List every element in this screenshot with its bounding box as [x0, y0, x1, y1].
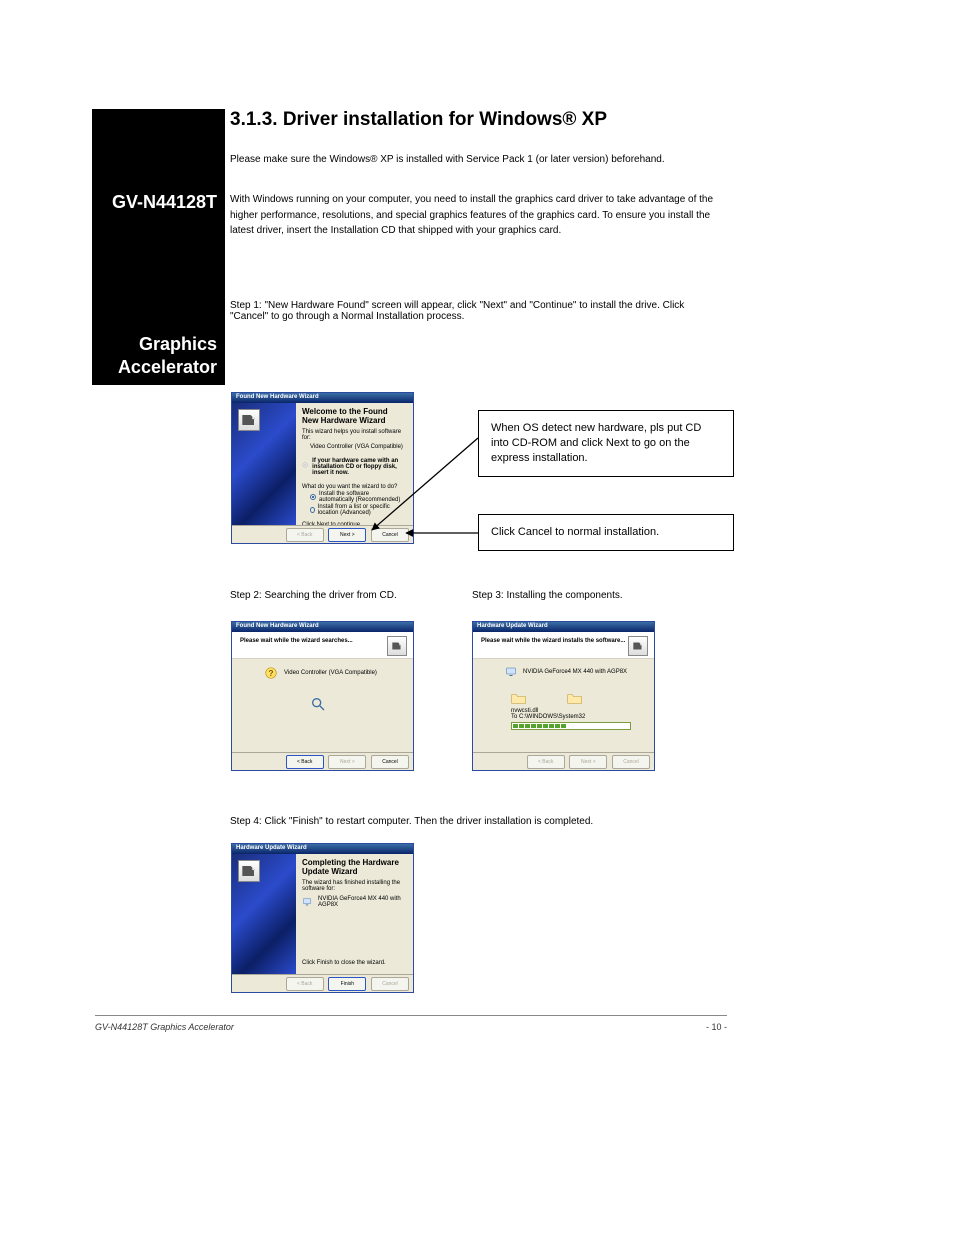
wizard-icon	[238, 409, 260, 431]
search-anim-icon	[310, 696, 405, 714]
dialog4-titlebar: Hardware Update Wizard	[232, 844, 413, 854]
step4-label: Step 4:	[230, 816, 262, 827]
radio-icon	[310, 494, 316, 500]
callout-2-line-1: Click Cancel to normal installation.	[491, 525, 721, 540]
wizard-icon	[238, 860, 260, 882]
copy-anim	[511, 692, 646, 704]
svg-text:?: ?	[269, 669, 274, 678]
step4-body: Click "Finish" to restart computer. Then…	[264, 816, 593, 827]
dialog2-heading: Please wait while the wizard searches...	[240, 638, 353, 644]
dialog1-next-button[interactable]: Next >	[328, 528, 366, 542]
dialog3-device: NVIDIA GeForce4 MX 440 with AGP8X	[523, 669, 627, 675]
step3-label: Step 3:	[472, 590, 504, 601]
wizard-icon	[628, 636, 648, 656]
sidebar-caption-2: Graphics Accelerator	[92, 333, 217, 378]
intro-paragraph-2: With Windows running on your computer, y…	[230, 192, 718, 239]
dialog4-heading: Completing the Hardware Update Wizard	[302, 858, 405, 876]
callout-2: Click Cancel to normal installation.	[478, 514, 734, 551]
step3-body: Installing the components.	[506, 590, 622, 601]
dialog-installing: Hardware Update Wizard Please wait while…	[472, 621, 655, 771]
dialog2-device: Video Controller (VGA Compatible)	[284, 670, 377, 676]
folder-to-icon	[567, 692, 583, 704]
dialog4-back-button[interactable]: < Back	[286, 977, 324, 991]
dialog1-tip-row: If your hardware came with an installati…	[302, 458, 405, 476]
footer-right: - 10 -	[706, 1022, 727, 1032]
dialog4-content: Completing the Hardware Update Wizard Th…	[302, 858, 405, 970]
step1-label: Step 1:	[230, 300, 262, 311]
wizard-icon	[387, 636, 407, 656]
dialog1-line1: This wizard helps you install software f…	[302, 429, 405, 441]
dialog1-cancel-button[interactable]: Cancel	[371, 528, 409, 542]
dialog2-device-row: ? Video Controller (VGA Compatible)	[264, 666, 405, 680]
dialog2-next-button[interactable]: Next >	[328, 755, 366, 769]
step3-text: Step 3: Installing the components.	[472, 590, 952, 601]
connector-icon	[239, 861, 259, 881]
dialog3-back-button[interactable]: < Back	[527, 755, 565, 769]
dialog1-titlebar: Found New Hardware Wizard	[232, 393, 413, 403]
dialog4-device-row: NVIDIA GeForce4 MX 440 with AGP8X	[302, 896, 405, 908]
dialog1-opt2: Install from a list or specific location…	[318, 504, 405, 516]
connector-icon	[239, 410, 259, 430]
dialog-complete: Hardware Update Wizard Completing the Ha…	[231, 843, 414, 993]
dialog3-dest: To C:\WINDOWS\System32	[511, 714, 646, 720]
callout-1-line-3: express installation.	[491, 451, 721, 466]
dialog1-opt1: Install the software automatically (Reco…	[319, 491, 405, 503]
dialog3-titlebar: Hardware Update Wizard	[473, 622, 654, 632]
cd-info-icon	[302, 458, 308, 472]
dialog4-sidepic	[232, 854, 296, 974]
callout-1-line-2: into CD-ROM and click Next to go on the	[491, 436, 721, 451]
dialog4-cancel-button[interactable]: Cancel	[371, 977, 409, 991]
dialog1-tip: If your hardware came with an installati…	[312, 458, 405, 476]
dialog2-cancel-button[interactable]: Cancel	[371, 755, 409, 769]
dialog3-next-button[interactable]: Next >	[569, 755, 607, 769]
footer-left: GV-N44128T Graphics Accelerator	[95, 1022, 234, 1032]
magnifier-icon	[310, 696, 326, 712]
dialog1-back-button[interactable]: < Back	[286, 528, 324, 542]
dialog4-cont: Click Finish to close the wizard.	[302, 960, 386, 966]
footer-rule	[95, 1015, 727, 1016]
page-footer: GV-N44128T Graphics Accelerator - 10 -	[95, 1022, 727, 1032]
dialog2-titlebar: Found New Hardware Wizard	[232, 622, 413, 632]
dialog1-content: Welcome to the Found New Hardware Wizard…	[302, 407, 405, 521]
dialog3-cancel-button[interactable]: Cancel	[612, 755, 650, 769]
dialog4-finish-button[interactable]: Finish	[328, 977, 366, 991]
dialog-searching: Found New Hardware Wizard Please wait wh…	[231, 621, 414, 771]
dialog3-device-row: NVIDIA GeForce4 MX 440 with AGP8X	[505, 666, 646, 678]
dialog1-radio-list[interactable]: Install from a list or specific location…	[310, 504, 405, 516]
folder-from-icon	[511, 692, 527, 704]
dialog1-device: Video Controller (VGA Compatible)	[310, 444, 405, 450]
dialog3-heading: Please wait while the wizard installs th…	[481, 638, 625, 644]
radio-icon	[310, 507, 315, 513]
callout-1: When OS detect new hardware, pls put CD …	[478, 410, 734, 477]
section-sidebar: GV-N44128T Graphics Accelerator	[92, 109, 225, 385]
dialog1-radio-auto[interactable]: Install the software automatically (Reco…	[310, 491, 405, 503]
dialog1-sidepic	[232, 403, 296, 525]
sidebar-caption-1: GV-N44128T	[112, 191, 217, 214]
intro-paragraph-1: Please make sure the Windows® XP is inst…	[230, 152, 718, 168]
dialog2-body: ? Video Controller (VGA Compatible)	[240, 662, 405, 748]
step1-text: Step 1: "New Hardware Found" screen will…	[230, 300, 710, 322]
dialog3-body: NVIDIA GeForce4 MX 440 with AGP8X nvwcst…	[481, 662, 646, 748]
display-device-icon	[302, 896, 312, 908]
section-heading: 3.1.3. Driver installation for Windows® …	[230, 109, 607, 131]
display-device-icon	[505, 666, 517, 678]
step2-body: Searching the driver from CD.	[264, 590, 396, 601]
dialog1-heading: Welcome to the Found New Hardware Wizard	[302, 407, 405, 425]
step2-label: Step 2:	[230, 590, 262, 601]
step1-body: "New Hardware Found" screen will appear,…	[230, 300, 684, 322]
dialog1-prompt: What do you want the wizard to do?	[302, 484, 405, 490]
install-progress	[511, 722, 631, 730]
callout-1-line-1: When OS detect new hardware, pls put CD	[491, 421, 721, 436]
dialog2-back-button[interactable]: < Back	[286, 755, 324, 769]
step4-text: Step 4: Click "Finish" to restart comput…	[230, 816, 710, 827]
dialog4-device: NVIDIA GeForce4 MX 440 with AGP8X	[318, 896, 405, 908]
unknown-device-icon: ?	[264, 666, 278, 680]
dialog4-line1: The wizard has finished installing the s…	[302, 880, 405, 892]
dialog-found-hardware-1: Found New Hardware Wizard Welcome to the…	[231, 392, 414, 544]
